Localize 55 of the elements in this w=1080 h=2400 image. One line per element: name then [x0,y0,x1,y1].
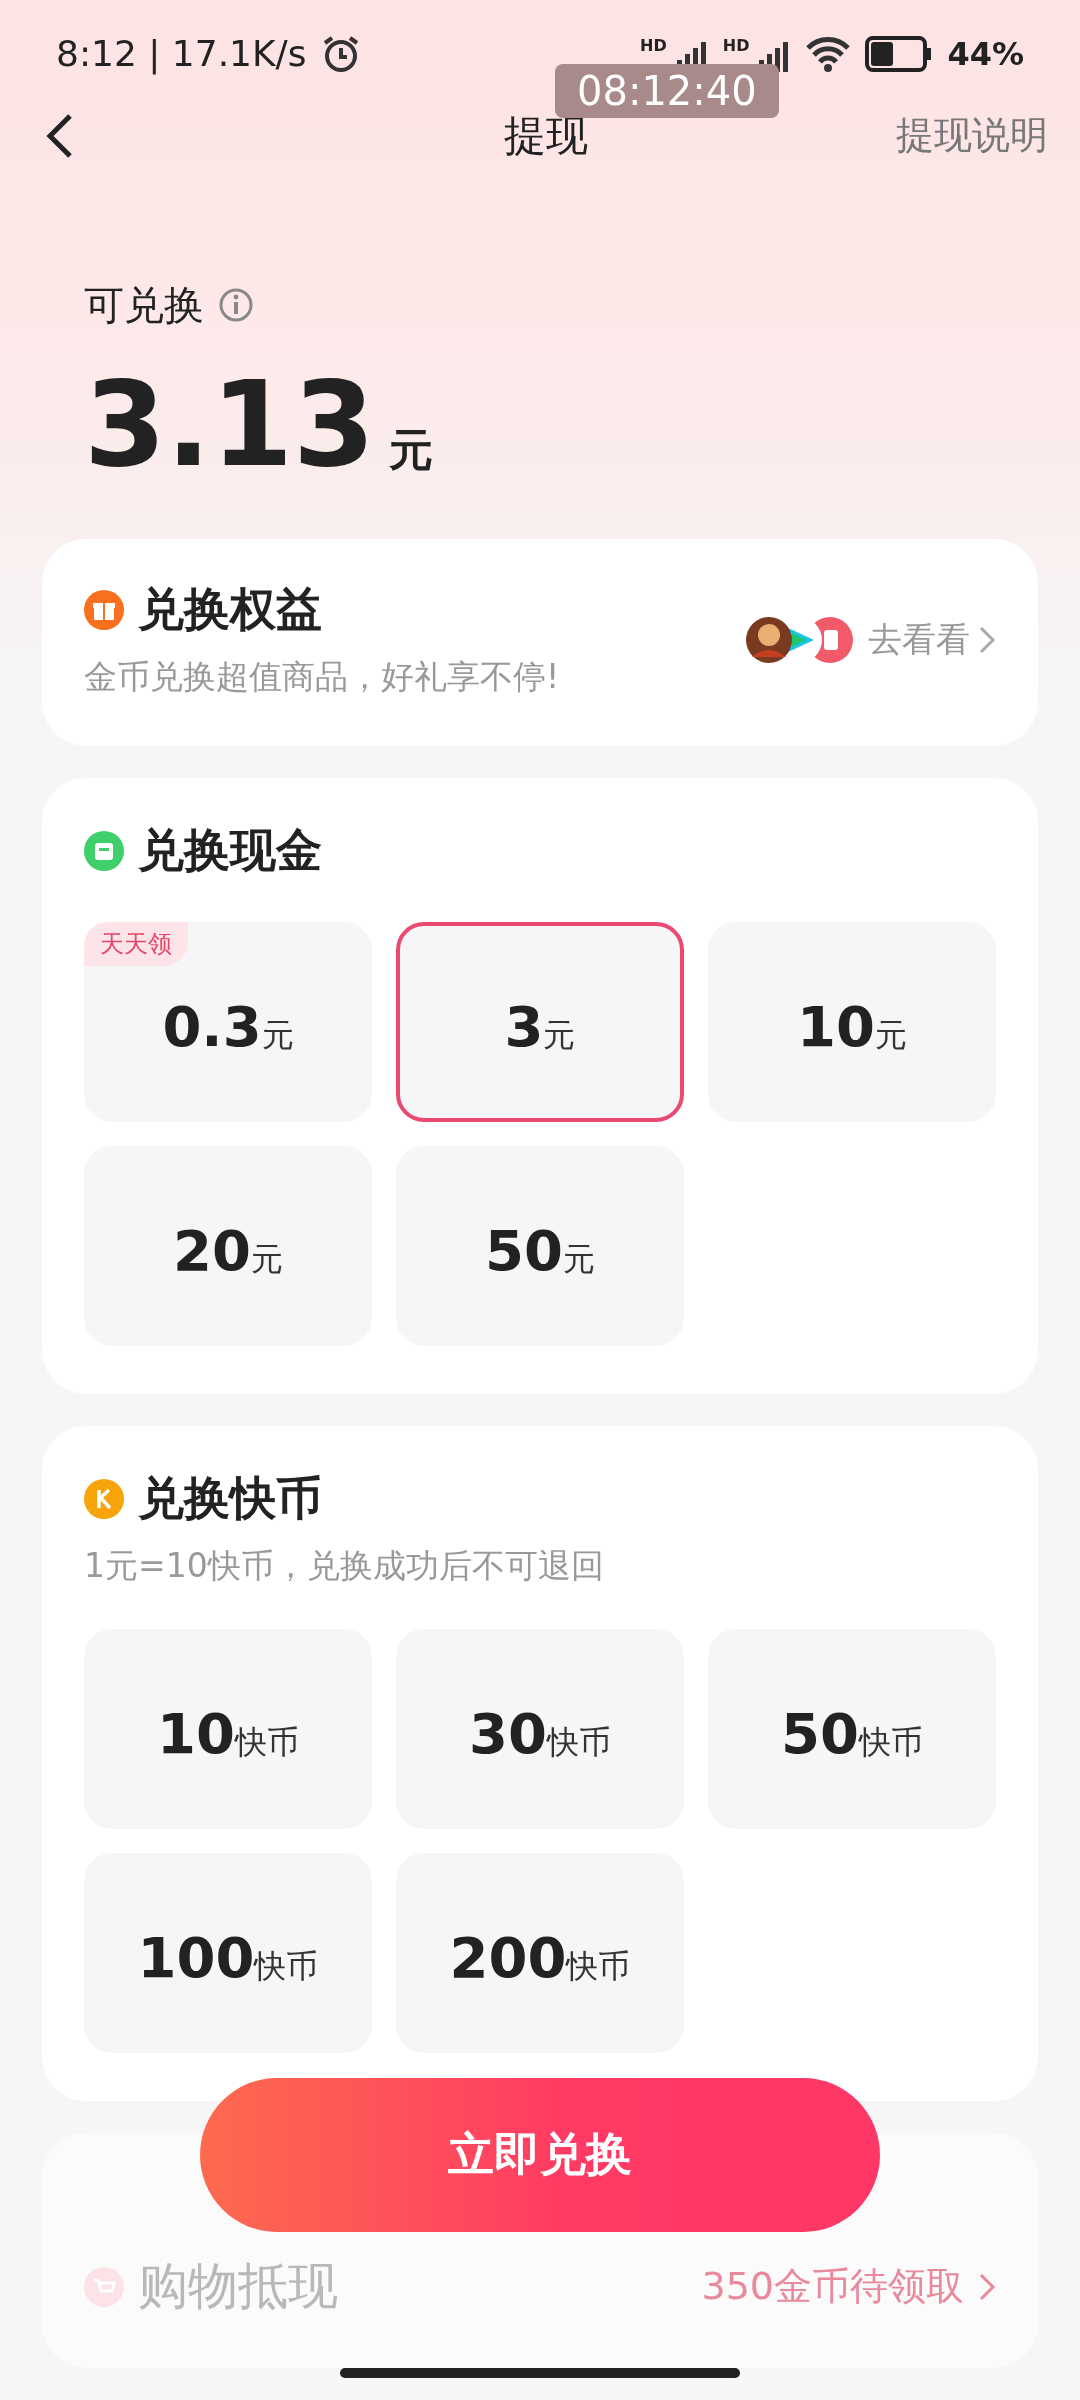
option-value: 0.3 [162,994,262,1059]
option-value: 50 [781,1701,859,1766]
option-value: 3 [504,994,544,1059]
network-label: HD [722,35,750,55]
status-time: 8:12 | 17.1K/s [56,33,307,75]
gift-icon [84,590,124,630]
wifi-icon [805,35,852,72]
battery-icon [865,35,934,72]
option-unit: 元 [543,1015,576,1056]
section-title: 兑换现金 [138,822,322,879]
option-value: 30 [469,1701,547,1766]
info-icon[interactable] [218,287,254,324]
balance-label: 可兑换 [84,280,204,330]
amount-option[interactable]: 天天领 0.3元 [84,922,372,1122]
option-unit: 元 [874,1015,907,1056]
amount-option[interactable]: 50快币 [708,1629,996,1829]
amount-option[interactable]: 10快币 [84,1629,372,1829]
clock-overlay: 08:12:40 [555,64,779,118]
section-note: 1元=10快币，兑换成功后不可退回 [84,1545,605,1587]
section-title: 兑换快币 [138,1470,322,1527]
cart-icon [84,2266,124,2307]
wallet-icon [84,831,124,871]
option-unit: 快币 [858,1722,923,1763]
coin-icon [84,1479,124,1519]
section-title: 购物抵现 [138,2256,338,2317]
option-value: 10 [157,1701,235,1766]
amount-option[interactable]: 30快币 [396,1629,684,1829]
amount-option[interactable]: 3元 [396,922,684,1122]
amount-option[interactable]: 10元 [708,922,996,1122]
option-unit: 元 [250,1239,283,1280]
network-label: HD [640,35,667,55]
option-unit: 快币 [254,1946,319,1987]
option-unit: 快币 [566,1946,631,1987]
balance-amount: 3.13 [84,354,376,493]
balance-unit: 元 [389,422,434,477]
option-unit: 快币 [234,1722,299,1763]
amount-option[interactable]: 20元 [84,1146,372,1346]
option-unit: 快币 [546,1722,611,1763]
option-value: 20 [173,1218,251,1283]
section-title: 兑换权益 [138,581,322,638]
daily-badge: 天天领 [84,922,188,966]
section-subtitle: 金币兑换超值商品，好礼享不停! [84,656,560,698]
amount-option[interactable]: 50元 [396,1146,684,1346]
help-link[interactable]: 提现说明 [896,110,1048,162]
battery-percent: 44% [947,34,1024,73]
option-unit: 元 [562,1239,595,1280]
amount-option[interactable]: 100快币 [84,1853,372,2053]
option-unit: 元 [261,1015,294,1056]
rights-card[interactable]: 兑换权益 金币兑换超值商品，好礼享不停! 去看看 [42,539,1038,746]
amount-option[interactable]: 200快币 [396,1853,684,2053]
chevron-icon [978,2271,996,2302]
back-icon[interactable] [44,111,74,160]
option-value: 10 [797,994,875,1059]
option-value: 50 [485,1218,563,1283]
chevron-icon [978,624,996,655]
